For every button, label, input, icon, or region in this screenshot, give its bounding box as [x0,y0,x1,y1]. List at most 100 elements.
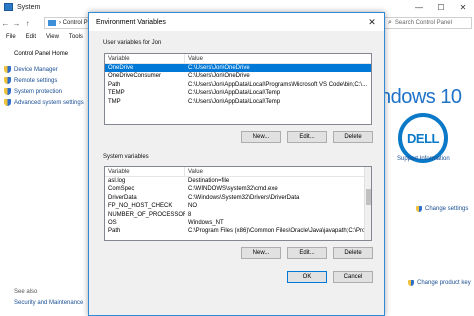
search-input[interactable]: ⌕ Search Control Panel [384,17,472,29]
change-product-key-label: Change product key [417,280,471,286]
var-value: NO [188,203,197,210]
change-product-key-link[interactable]: Change product key [408,280,471,286]
close-icon[interactable]: ✕ [360,13,384,31]
system-edit-button[interactable]: Edit... [287,247,327,259]
column-variable[interactable]: Variable [105,54,185,63]
var-value: C:\Program Files (x86)\Common Files\Orac… [188,228,371,235]
nav-label: Device Manager [14,66,58,73]
var-value: C:\Windows\System32\Drivers\DriverData [188,194,300,201]
system-new-button[interactable]: New... [241,247,281,259]
menu-view[interactable]: View [46,34,59,46]
system-var-row[interactable]: asl.log Destination=file [105,177,371,185]
forward-arrow-icon[interactable]: → [11,19,22,28]
column-variable[interactable]: Variable [105,167,185,176]
var-value: C:\WINDOWS\system32\cmd.exe [188,186,278,193]
dialog-titlebar: Environment Variables ✕ [89,13,384,31]
support-information-link[interactable]: Support Information [397,156,450,162]
var-name: ComSpec [108,186,135,193]
system-var-row[interactable]: OS Windows_NT [105,219,371,227]
system-var-row[interactable]: ComSpec C:\WINDOWS\system32\cmd.exe [105,185,371,193]
user-variables-label: User variables for Jon [103,40,162,46]
security-maintenance-link[interactable]: Security and Maintenance [14,300,83,306]
var-name: FP_NO_HOST_CHECK [108,203,173,210]
nav-label: Remote settings [14,77,58,84]
ok-button[interactable]: OK [287,271,327,283]
back-arrow-icon[interactable]: ← [0,19,11,28]
user-delete-button[interactable]: Delete [333,131,373,143]
system-delete-button[interactable]: Delete [333,247,373,259]
left-nav: Control Panel Home Device Manager Remote… [4,51,94,108]
shield-icon [4,77,11,84]
var-value: C:\Users\Jon\OneDrive [188,65,250,71]
menu-bar: File Edit View Tools [0,34,83,46]
system-var-row[interactable]: Path C:\Program Files (x86)\Common Files… [105,227,371,235]
list-header: Variable Value [105,167,371,177]
search-icon: ⌕ [388,19,392,26]
column-value[interactable]: Value [185,167,203,176]
system-list-scrollbar[interactable] [364,167,371,240]
shield-icon [416,206,422,212]
shield-icon [4,88,11,95]
var-name: TEMP [108,90,125,97]
list-header: Variable Value [105,54,371,64]
user-var-row[interactable]: OneDriveConsumer C:\Users\Jon\OneDrive [105,72,371,80]
var-name: asl.log [108,178,126,184]
menu-file[interactable]: File [6,34,16,46]
var-value: C:\Users\Jon\AppData\Local\Temp [188,90,281,97]
scrollbar-thumb[interactable] [366,189,371,205]
control-panel-home-link[interactable]: Control Panel Home [14,51,94,64]
var-value: Destination=file [188,178,230,184]
var-name: NUMBER_OF_PROCESSORS [108,211,185,218]
var-name: OS [108,219,117,226]
environment-variables-dialog: Environment Variables ✕ User variables f… [88,12,385,316]
system-var-row[interactable]: DriverData C:\Windows\System32\Drivers\D… [105,194,371,202]
system-var-row[interactable]: NUMBER_OF_PROCESSORS 8 [105,211,371,219]
user-var-row[interactable]: TMP C:\Users\Jon\AppData\Local\Temp [105,98,371,106]
var-name: Path [108,228,121,235]
user-var-row[interactable]: OneDrive C:\Users\Jon\OneDrive [105,64,371,73]
user-new-button[interactable]: New... [241,131,281,143]
address-text: › Control P [59,20,88,26]
cancel-button[interactable]: Cancel [333,271,373,283]
minimize-icon[interactable]: — [408,0,430,14]
up-arrow-icon[interactable]: ↑ [22,19,33,28]
nav-advanced-system-settings[interactable]: Advanced system settings [4,97,94,108]
search-placeholder: Search Control Panel [394,20,452,26]
windows-10-logo-text: indows 10 [376,86,462,108]
dialog-title: Environment Variables [96,18,166,26]
menu-tools[interactable]: Tools [69,34,83,46]
nav-system-protection[interactable]: System protection [4,86,94,97]
var-name: Path [108,81,121,88]
var-value: Windows_NT [188,219,224,226]
computer-icon [48,20,56,26]
var-value: C:\Users\Jon\AppData\Local\Programs\Micr… [188,81,368,88]
dell-logo-text: DELL [407,130,439,146]
system-variables-list[interactable]: Variable Value asl.log Destination=file … [104,166,372,241]
system-var-row[interactable]: FP_NO_HOST_CHECK NO [105,202,371,210]
nav-device-manager[interactable]: Device Manager [4,64,94,75]
change-settings-link[interactable]: Change settings [416,206,468,212]
nav-remote-settings[interactable]: Remote settings [4,75,94,86]
var-name: DriverData [108,194,137,201]
column-value[interactable]: Value [185,54,203,63]
user-variables-list[interactable]: Variable Value OneDrive C:\Users\Jon\One… [104,53,372,125]
shield-icon [4,66,11,73]
var-name: TMP [108,98,121,105]
change-settings-label: Change settings [425,206,469,212]
var-name: OneDriveConsumer [108,73,162,80]
menu-edit[interactable]: Edit [26,34,36,46]
var-name: OneDrive [108,65,134,71]
system-variables-label: System variables [103,154,149,160]
user-var-row[interactable]: Path C:\Users\Jon\AppData\Local\Programs… [105,81,371,89]
user-edit-button[interactable]: Edit... [287,131,327,143]
see-also-heading: See also [14,289,38,295]
nav-label: Advanced system settings [14,99,84,106]
close-icon[interactable]: ✕ [452,0,474,14]
var-value: C:\Users\Jon\OneDrive [188,73,250,80]
maximize-icon[interactable]: ☐ [430,0,452,14]
system-icon [4,3,13,11]
user-var-row[interactable]: TEMP C:\Users\Jon\AppData\Local\Temp [105,89,371,97]
shield-icon [4,99,11,106]
var-value: 8 [188,211,192,218]
address-bar[interactable]: › Control P [44,17,94,29]
